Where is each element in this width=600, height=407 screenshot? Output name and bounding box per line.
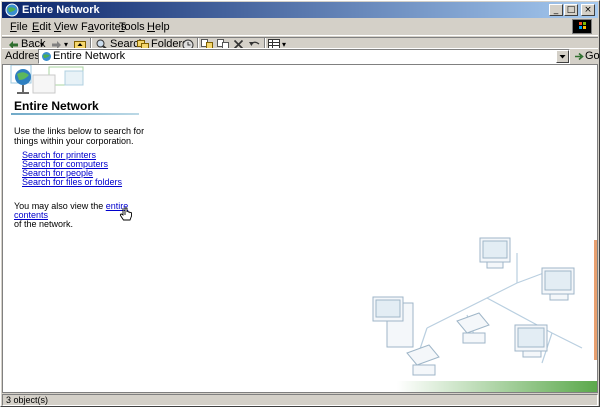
network-illustration — [372, 237, 597, 392]
also-suffix: of the network. — [14, 219, 74, 229]
menu-bar: File Edit View Favorites Tools Help — [2, 18, 598, 36]
menu-tools[interactable]: Tools — [119, 20, 145, 34]
status-bar: 3 object(s) — [2, 394, 598, 406]
window-title: Entire Network — [22, 4, 100, 16]
intro-text: Use the links below to search for things… — [14, 126, 145, 146]
minimize-button[interactable]: _ — [549, 4, 563, 16]
content-pane: Entire Network Use the links below to se… — [2, 64, 598, 393]
explorer-window: Entire Network _ □ × File Edit View Favo… — [0, 0, 600, 407]
go-arrow-icon — [575, 52, 584, 61]
status-cell: 3 object(s) — [2, 394, 598, 406]
menu-help[interactable]: Help — [147, 20, 170, 34]
maximize-button[interactable]: □ — [564, 4, 578, 16]
address-input[interactable]: Entire Network — [38, 49, 570, 64]
hand-cursor-icon — [119, 207, 132, 221]
menu-file[interactable]: File — [10, 20, 28, 34]
heading-divider — [11, 113, 139, 115]
page-title: Entire Network — [14, 99, 99, 113]
address-dropdown-button[interactable] — [556, 50, 569, 63]
close-button[interactable]: × — [581, 4, 595, 16]
search-links-list: Search for printers Search for computers… — [22, 151, 122, 187]
chevron-down-icon — [559, 55, 566, 59]
go-label: Go — [585, 50, 600, 62]
menu-view[interactable]: View — [54, 20, 78, 34]
menu-edit[interactable]: Edit — [32, 20, 51, 34]
windows-logo-icon — [572, 19, 592, 34]
network-globe-icon — [5, 3, 19, 17]
search-files-link[interactable]: Search for files or folders — [22, 178, 122, 187]
address-value: Entire Network — [53, 50, 126, 62]
edge-accent — [594, 240, 597, 360]
go-button[interactable]: Go — [574, 50, 600, 63]
network-globe-icon — [42, 52, 51, 61]
address-bar: Address Entire Network Go — [2, 48, 600, 64]
network-header-graphic — [10, 65, 84, 94]
status-text: 3 object(s) — [6, 395, 49, 405]
view-contents-text: You may also view the entire contents of… — [14, 202, 164, 229]
title-bar[interactable]: Entire Network _ □ × — [2, 2, 598, 18]
